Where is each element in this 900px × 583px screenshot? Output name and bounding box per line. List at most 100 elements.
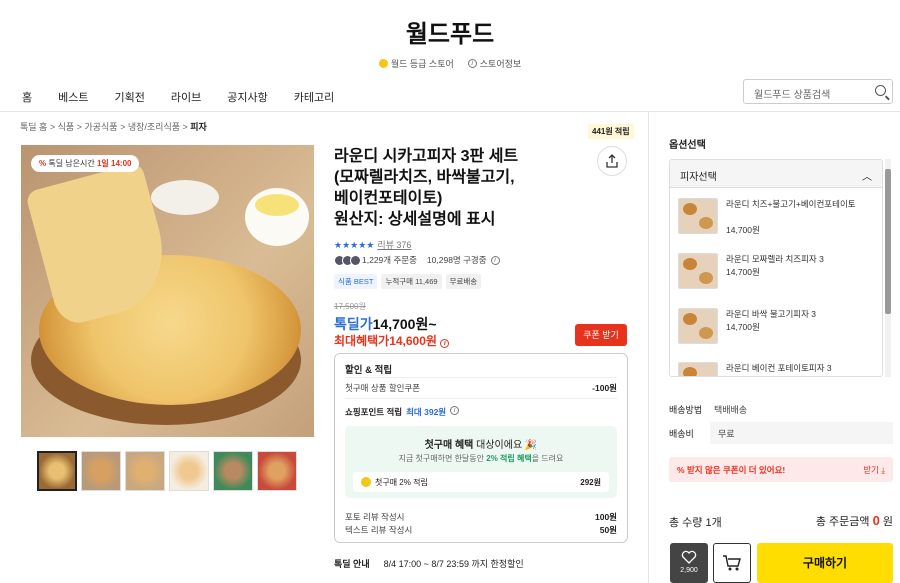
coupon-download-action[interactable]: 받기 ⤓ (863, 464, 885, 476)
cart-button[interactable] (713, 543, 751, 583)
search-icon[interactable] (875, 85, 886, 96)
info-icon[interactable]: i (440, 339, 450, 348)
wishlist-count: 2,900 (680, 567, 698, 574)
option-scrollbar[interactable] (885, 159, 891, 377)
total-label: 총 주문금액 (815, 516, 870, 528)
first-purchase-sub-post: 을 드려요 (531, 454, 564, 463)
option-thumbnail (678, 198, 718, 234)
download-icon: ⤓ (881, 465, 885, 475)
chevron-up-icon: ︿ (862, 172, 872, 183)
shipping-fee-value: 무료 (710, 422, 893, 444)
breadcrumb-current: 피자 (190, 122, 207, 132)
heart-icon (681, 550, 697, 564)
sauce-bowl (151, 180, 219, 215)
max-benefit-price: 최대혜택가14,600원 i (334, 332, 450, 349)
nav-item-exhibition[interactable]: 기획전 (115, 89, 145, 105)
info-icon[interactable]: i (450, 406, 460, 415)
option-thumbnail (678, 308, 718, 344)
first-purchase-sub: 지금 첫구매하면 한달동안 2% 적립 혜택을 드려요 (345, 453, 617, 464)
deal-notice-label: 톡딜 안내 (334, 559, 370, 569)
store-name[interactable]: 월드푸드 (0, 14, 900, 49)
option-group-header[interactable]: 피자선택 ︿ (670, 160, 882, 188)
option-price: 14,700원 (726, 322, 760, 332)
benefit-value: -100원 (592, 383, 617, 393)
cheese-bowl (245, 188, 309, 246)
coupon-banner[interactable]: % 받지 않은 쿠폰이 더 있어요! 받기 ⤓ (669, 457, 893, 482)
option-thumbnail (678, 362, 718, 376)
buy-button[interactable]: 구매하기 (757, 543, 893, 583)
deal-notice: 톡딜 안내 8/4 17:00 ~ 8/7 23:59 까지 한정할인 (334, 557, 524, 570)
info-icon[interactable]: i (490, 255, 500, 265)
product-title-line: 라운디 시카고피자 3판 세트 (334, 148, 519, 165)
product-title: 라운디 시카고피자 3판 세트 (모짜렐라치즈, 바싹불고기, 베이컨포테이토)… (334, 146, 574, 230)
thumbnail[interactable] (37, 451, 77, 491)
product-main-image[interactable]: % 톡딜 남은시간 1일 14:00 (21, 145, 314, 437)
benefit-value: 100원 (594, 512, 617, 522)
benefit-value: 최대 392원 (406, 407, 447, 417)
nav-item-live[interactable]: 라이브 (171, 89, 201, 105)
product-origin: 원산지: 상세설명에 표시 (334, 211, 496, 228)
total-quantity: 총 수량 1개 (669, 514, 722, 530)
search-placeholder: 월드푸드 상품검색 (754, 90, 831, 101)
shipping-fee-label: 배송비 (669, 429, 694, 439)
product-title-line: 베이컨포테이토) (334, 190, 443, 207)
nav-item-home[interactable]: 홈 (22, 89, 32, 105)
option-price: 14,700원 (726, 225, 760, 235)
first-purchase-sub-bold: 2% 적립 혜택 (486, 454, 532, 463)
option-group-label: 피자선택 (680, 172, 717, 183)
breadcrumb-item[interactable]: 냉장/조리식품 (128, 122, 180, 132)
first-purchase-title: 첫구매 혜택 대상이에요 🎉 (424, 440, 538, 451)
benefit-row: 쇼핑포인트 적립 최대 392원 i (345, 406, 617, 418)
social-proof: 1,229개 주문중 10,298명 구경중 i (334, 254, 500, 266)
star-icons: ★★★★★ (334, 240, 375, 250)
coupon-download-label: 받기 (863, 465, 879, 475)
nav-item-best[interactable]: 베스트 (58, 89, 88, 105)
thumbnail[interactable] (257, 451, 297, 491)
viewers-count: 10,298명 구경중 (426, 255, 487, 265)
share-icon (606, 154, 618, 168)
store-grade: 월드 등급 스토어 (378, 57, 454, 70)
coupon-banner-text: 받지 않은 쿠폰이 더 있어요! (686, 465, 786, 475)
first-purchase-row-value: 292원 (580, 477, 601, 487)
thumbnail[interactable] (213, 451, 253, 491)
breadcrumb-item[interactable]: 식품 (58, 122, 75, 132)
cart-icon (723, 555, 741, 571)
divider (345, 377, 617, 378)
wishlist-button[interactable]: 2,900 (670, 543, 708, 583)
tag-best[interactable]: 식품 BEST (334, 274, 378, 289)
product-tags: 식품 BEST 누적구매 11,469 무료배송 (334, 274, 482, 289)
store-meta: 월드 등급 스토어 i 스토어정보 (0, 57, 900, 70)
points-badge: 441원 적립 (588, 124, 634, 139)
review-link[interactable]: 리뷰 376 (377, 240, 411, 250)
breadcrumb-item[interactable]: 톡딜 홈 (20, 122, 47, 132)
orders-count: 1,229개 주문중 (362, 255, 417, 265)
shipping-method-label: 배송방법 (669, 405, 703, 415)
total-unit: 원 (882, 516, 893, 528)
search-input[interactable]: 월드푸드 상품검색 (743, 79, 893, 104)
original-price: 17,500원 (334, 302, 366, 311)
nav-item-category[interactable]: 카테고리 (294, 89, 334, 105)
thumbnail[interactable] (125, 451, 165, 491)
breadcrumb-item[interactable]: 가공식품 (84, 122, 117, 132)
rating[interactable]: ★★★★★ 리뷰 376 (334, 238, 411, 251)
scrollbar-thumb[interactable] (885, 169, 891, 314)
timer-value: 1일 14:00 (96, 159, 132, 168)
deal-notice-text: 8/4 17:00 ~ 8/7 23:59 까지 한정할인 (383, 559, 524, 569)
coin-icon (361, 477, 371, 488)
nav-item-notice[interactable]: 공지사항 (227, 89, 267, 105)
option-panel: 피자선택 ︿ 라운디 치즈+불고기+베이컨포테이토 14,700원 라운디 모짜… (669, 159, 883, 377)
tag-cumulative: 누적구매 11,469 (381, 274, 442, 289)
first-purchase-sub-pre: 지금 첫구매하면 한달동안 (398, 454, 485, 463)
benefit-row: 텍스트 리뷰 작성시 50원 (345, 524, 617, 536)
avatar-group (334, 254, 361, 266)
first-purchase-title-bold: 첫구매 혜택 (424, 440, 474, 451)
info-icon: i (467, 59, 477, 68)
thumbnail[interactable] (169, 451, 209, 491)
max-benefit-label: 최대혜택가 (334, 334, 390, 348)
coupon-button[interactable]: 쿠폰 받기 (575, 324, 627, 346)
share-button[interactable] (597, 146, 627, 176)
tag-free-shipping: 무료배송 (445, 274, 482, 289)
deal-timer: % 톡딜 남은시간 1일 14:00 (31, 155, 140, 172)
store-info-link[interactable]: i 스토어정보 (467, 57, 521, 70)
thumbnail[interactable] (81, 451, 121, 491)
